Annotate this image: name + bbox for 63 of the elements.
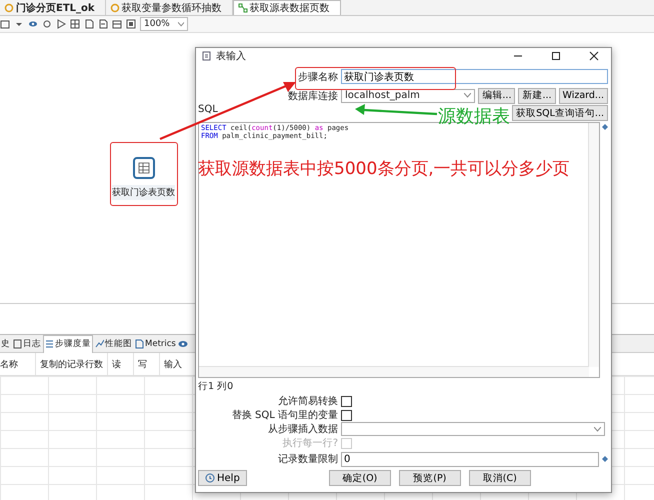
panel-tab[interactable]: 史 xyxy=(0,335,11,352)
checkbox[interactable] xyxy=(341,410,352,420)
limit-field[interactable]: 0 xyxy=(341,452,599,466)
panel-tab[interactable]: 步骤度量 xyxy=(43,334,93,352)
option-label: 替换 SQL 语句里的变量 xyxy=(230,408,338,422)
annotation-text: 获取源数据表中按5000条分页,一共可以分多少页 xyxy=(198,158,570,180)
square-icon[interactable] xyxy=(0,19,10,29)
chart-icon xyxy=(95,338,104,348)
dialog-button[interactable]: 预览(P) xyxy=(398,470,461,486)
eye-icon[interactable] xyxy=(178,338,188,348)
document-icon xyxy=(13,338,22,348)
panel-tab[interactable]: 性能图 xyxy=(94,335,133,352)
panel-tab[interactable]: Metrics xyxy=(134,335,177,352)
zoom-dropdown[interactable]: 100% xyxy=(140,17,188,31)
caret-icon xyxy=(594,426,601,432)
column-header: 读 xyxy=(108,353,134,375)
option-label: 从步骤插入数据 xyxy=(267,422,338,436)
grid-icon[interactable] xyxy=(70,19,80,29)
column-header: 复制的记录行数 xyxy=(36,353,108,375)
option-label: 允许简易转换 xyxy=(277,394,338,408)
connection-button[interactable]: 新建... xyxy=(518,88,556,104)
column-header: 写 xyxy=(134,353,160,375)
play-icon[interactable] xyxy=(56,19,66,29)
table-icon[interactable] xyxy=(112,19,122,29)
caret-icon xyxy=(464,93,472,98)
get-sql-button[interactable]: 获取SQL查询语句... xyxy=(512,105,608,121)
checkbox[interactable] xyxy=(341,396,352,406)
document-icon[interactable] xyxy=(98,19,108,29)
dialog-button[interactable]: 确定(O) xyxy=(328,470,391,486)
cursor-position: 行1 列0 xyxy=(198,380,234,394)
editor-tab[interactable]: 获取源表数据页数 xyxy=(232,0,341,15)
list-icon xyxy=(45,339,54,349)
sql-label: SQL xyxy=(198,104,218,115)
option-label: 执行每一行? xyxy=(282,436,338,450)
step-label: 获取门诊表页数 xyxy=(112,185,175,200)
horizontal-scrollbar[interactable] xyxy=(199,366,589,377)
dialog-title: 表输入 xyxy=(216,50,247,63)
field-label: 步骤名称 xyxy=(297,70,338,84)
step-name-field[interactable]: 获取门诊表页数 xyxy=(341,69,608,84)
field-label: 数据库连接 xyxy=(287,90,338,102)
document-icon xyxy=(135,338,144,348)
help-icon xyxy=(205,473,215,483)
help-button[interactable]: Help xyxy=(198,470,247,486)
maximize-icon[interactable] xyxy=(551,51,561,61)
connection-button[interactable]: 编辑... xyxy=(478,88,516,104)
caret-icon xyxy=(178,22,184,26)
form-icon xyxy=(202,51,212,61)
transformation-icon xyxy=(238,3,248,13)
vertical-scrollbar[interactable] xyxy=(588,123,599,367)
dialog-button[interactable]: 取消(C) xyxy=(468,470,531,486)
table-input-icon[interactable] xyxy=(132,157,154,179)
editor-tab[interactable]: 获取变量参数循环抽数 xyxy=(106,0,233,15)
panel-tab[interactable]: 日志 xyxy=(12,335,42,352)
option-label: 记录数量限制 xyxy=(277,452,338,466)
diamond-icon xyxy=(602,124,608,130)
column-header: 名称 xyxy=(0,353,36,375)
diamond-icon xyxy=(602,456,608,462)
eye-icon[interactable] xyxy=(28,19,38,29)
connection-button[interactable]: Wizard... xyxy=(558,88,608,104)
connection-dropdown[interactable]: localhost_palm xyxy=(341,88,476,102)
document-icon[interactable] xyxy=(84,19,94,29)
close-icon[interactable] xyxy=(589,51,599,61)
highlight-box xyxy=(110,142,178,206)
